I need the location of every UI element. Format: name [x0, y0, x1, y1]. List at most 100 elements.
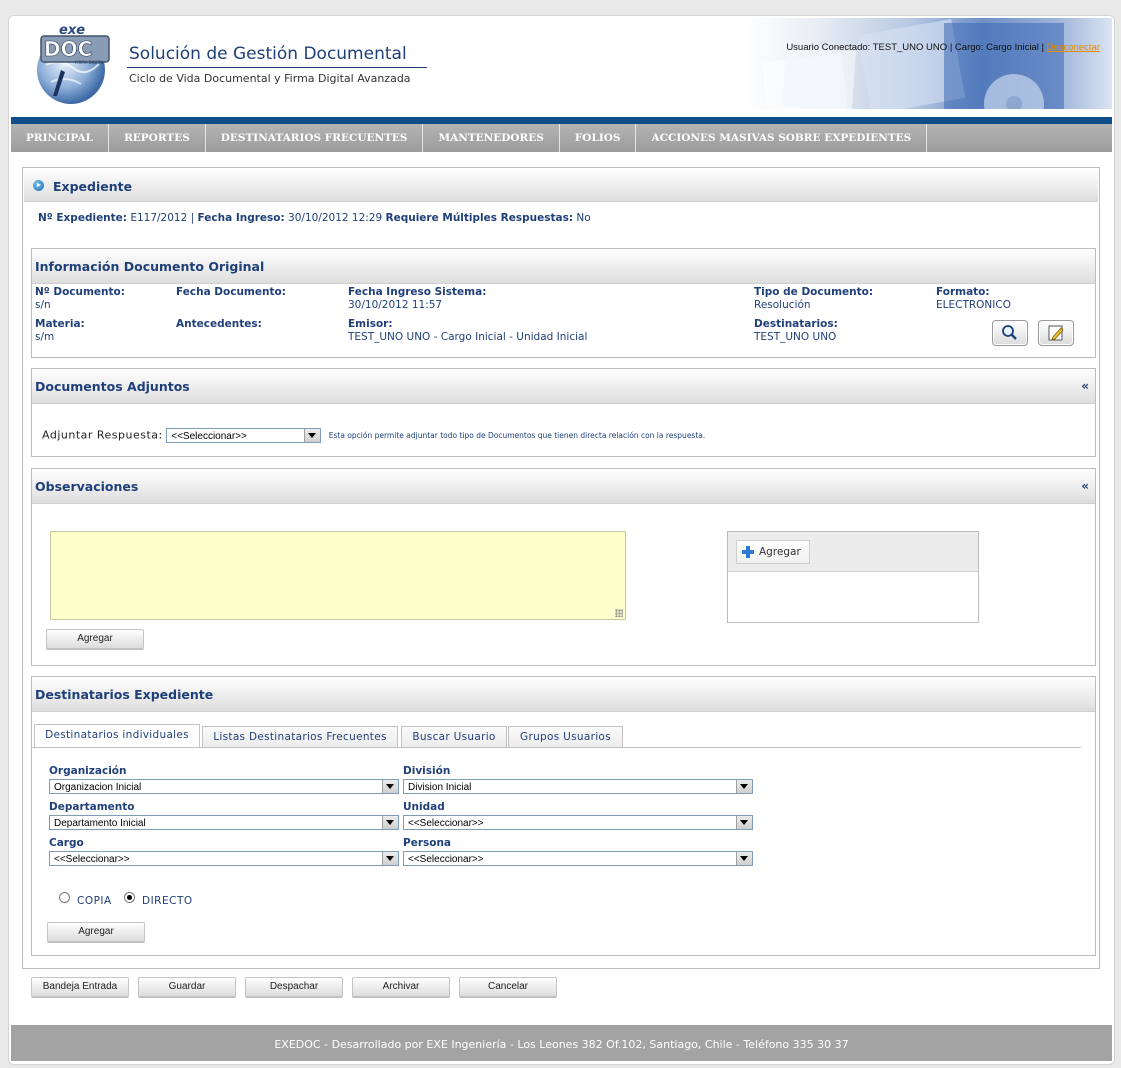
division-select-value: Division Inicial	[408, 782, 472, 793]
user-label: Usuario Conectado:	[786, 42, 871, 53]
guardar-button[interactable]: Guardar	[138, 977, 236, 997]
destinatarios-title: Destinatarios Expediente	[35, 687, 214, 702]
header-banner-image	[744, 18, 1112, 109]
unidad-select-value: <<Seleccionar>>	[408, 818, 484, 829]
adjuntos-header: Documentos Adjuntos «	[32, 369, 1095, 404]
observaciones-header: Observaciones «	[32, 469, 1095, 504]
observaciones-list-add-button[interactable]: Agregar	[736, 540, 810, 564]
edit-icon	[1048, 325, 1064, 341]
field-materia: Materia: s/m	[35, 318, 85, 343]
footer: EXEDOC - Desarrollado por EXE Ingeniería…	[11, 1025, 1112, 1061]
nav-item-destinatarios-frecuentes[interactable]: DESTINATARIOS FRECUENTES	[206, 124, 424, 152]
bandeja-entrada-button[interactable]: Bandeja Entrada	[31, 977, 129, 997]
destinatarios-add-button[interactable]: Agregar	[47, 922, 145, 942]
multiples-respuestas-label: Requiere Múltiples Respuestas:	[385, 212, 574, 224]
nav-item-principal[interactable]: PRINCIPAL	[11, 124, 110, 152]
persona-select[interactable]: <<Seleccionar>>	[403, 851, 753, 866]
fecha-documento-label: Fecha Documento:	[176, 286, 286, 298]
adjuntar-row: Adjuntar Respuesta: <<Seleccionar>> Esta…	[42, 428, 705, 443]
observaciones-textarea[interactable]	[50, 531, 626, 620]
original-document-header: Información Documento Original	[32, 249, 1095, 284]
banner-illustration	[762, 19, 1064, 109]
field-num-documento: Nº Documento: s/n	[35, 286, 125, 311]
nav-item-mantenedores[interactable]: MANTENEDORES	[423, 124, 560, 152]
nav-item-folios[interactable]: FOLIOS	[560, 124, 637, 152]
num-documento-value: s/n	[35, 299, 51, 311]
logout-link[interactable]: Desconectar	[1047, 42, 1100, 53]
unidad-select[interactable]: <<Seleccionar>>	[403, 815, 753, 830]
header: exe DOC FIRMA DIGITAL Solución de Gestió…	[9, 16, 1114, 111]
adjuntar-label: Adjuntar Respuesta:	[42, 428, 163, 442]
bullet-arrow-icon	[33, 180, 44, 191]
observaciones-add-button[interactable]: Agregar	[46, 629, 144, 649]
organizacion-select-value: Organizacion Inicial	[54, 782, 142, 793]
observaciones-section: Observaciones « Agregar Agregar	[31, 468, 1096, 666]
expediente-title: Expediente	[53, 179, 133, 194]
expediente-panel: Expediente Nº Expediente: E117/2012 | Fe…	[22, 167, 1100, 969]
field-fecha-ingreso-sistema: Fecha Ingreso Sistema: 30/10/2012 11:57	[348, 286, 486, 311]
radio-directo[interactable]	[124, 892, 135, 903]
title-divider	[127, 67, 427, 68]
radio-copia-label: COPIA	[77, 895, 112, 907]
observaciones-title: Observaciones	[35, 479, 139, 494]
nav-item-reportes[interactable]: REPORTES	[109, 124, 206, 152]
cancelar-button[interactable]: Cancelar	[459, 977, 557, 997]
view-document-button[interactable]	[992, 320, 1028, 346]
cargo-select[interactable]: <<Seleccionar>>	[49, 851, 399, 866]
main-nav: PRINCIPAL REPORTES DESTINATARIOS FRECUEN…	[11, 124, 1112, 152]
formato-label: Formato:	[936, 286, 990, 298]
destinatarios-section: Destinatarios Expediente Destinatarios i…	[31, 676, 1096, 956]
tipo-documento-value: Resolución	[754, 299, 811, 311]
chevron-down-icon	[736, 816, 752, 829]
plus-icon	[742, 546, 754, 558]
division-select[interactable]: Division Inicial	[403, 779, 753, 794]
app-subtitle: Ciclo de Vida Documental y Firma Digital…	[129, 72, 411, 85]
fecha-ingreso-sistema-value: 30/10/2012 11:57	[348, 299, 443, 311]
expediente-num-value: E117/2012	[130, 212, 188, 224]
observaciones-list-add-label: Agregar	[759, 546, 801, 558]
tab-listas-destinatarios-frecuentes[interactable]: Listas Destinatarios Frecuentes	[202, 726, 398, 747]
edit-document-button[interactable]	[1038, 320, 1074, 346]
observaciones-collapse-toggle[interactable]: «	[1081, 479, 1089, 493]
adjuntos-title: Documentos Adjuntos	[35, 379, 190, 394]
adjuntos-section: Documentos Adjuntos « Adjuntar Respuesta…	[31, 368, 1096, 457]
organizacion-select[interactable]: Organizacion Inicial	[49, 779, 399, 794]
division-label: División	[403, 765, 451, 777]
departamento-select-value: Departamento Inicial	[54, 818, 146, 829]
nav-accent-bar	[11, 117, 1112, 124]
field-tipo-documento: Tipo de Documento: Resolución	[754, 286, 873, 311]
emisor-label: Emisor:	[348, 318, 393, 330]
tab-buscar-usuario[interactable]: Buscar Usuario	[401, 726, 507, 747]
adjuntar-help-text: Esta opción permite adjuntar todo tipo d…	[328, 431, 706, 440]
departamento-select[interactable]: Departamento Inicial	[49, 815, 399, 830]
materia-label: Materia:	[35, 318, 85, 330]
chevron-down-icon	[304, 429, 321, 442]
radio-directo-label: DIRECTO	[142, 895, 193, 907]
chevron-down-icon	[382, 816, 398, 829]
app-title: Solución de Gestión Documental	[129, 44, 407, 64]
nav-item-acciones-masivas[interactable]: ACCIONES MASIVAS SOBRE EXPEDIENTES	[636, 124, 928, 152]
footer-text: EXEDOC - Desarrollado por EXE Ingeniería…	[274, 1038, 849, 1051]
despachar-button[interactable]: Despachar	[245, 977, 343, 997]
persona-select-value: <<Seleccionar>>	[408, 854, 484, 865]
adjuntos-collapse-toggle[interactable]: «	[1081, 379, 1089, 393]
user-name: TEST_UNO UNO	[872, 42, 948, 53]
cargo-value: Cargo Inicial	[986, 42, 1039, 53]
destinatarios-individuales-panel: Organización Organizacion Inicial Divisi…	[32, 747, 1081, 954]
adjuntar-respuesta-select[interactable]: <<Seleccionar>>	[166, 428, 322, 443]
destinatarios-header: Destinatarios Expediente	[32, 677, 1095, 712]
resize-grip-icon[interactable]	[615, 609, 623, 617]
radio-copia[interactable]	[59, 892, 70, 903]
tab-destinatarios-individuales[interactable]: Destinatarios individuales	[34, 724, 200, 747]
archivar-button[interactable]: Archivar	[352, 977, 450, 997]
observaciones-list-toolbar: Agregar	[728, 532, 978, 572]
multiples-respuestas-value: No	[576, 212, 591, 224]
chevron-down-icon	[382, 780, 398, 793]
tab-grupos-usuarios[interactable]: Grupos Usuarios	[508, 726, 623, 747]
magnifier-icon	[1002, 325, 1017, 340]
emisor-value: TEST_UNO UNO - Cargo Inicial - Unidad In…	[348, 331, 588, 343]
adjuntar-respuesta-select-value: <<Seleccionar>>	[171, 431, 247, 442]
expediente-summary: Nº Expediente: E117/2012 | Fecha Ingreso…	[38, 212, 591, 224]
exedoc-logo: exe DOC FIRMA DIGITAL	[37, 23, 110, 104]
organizacion-label: Organización	[49, 765, 127, 777]
